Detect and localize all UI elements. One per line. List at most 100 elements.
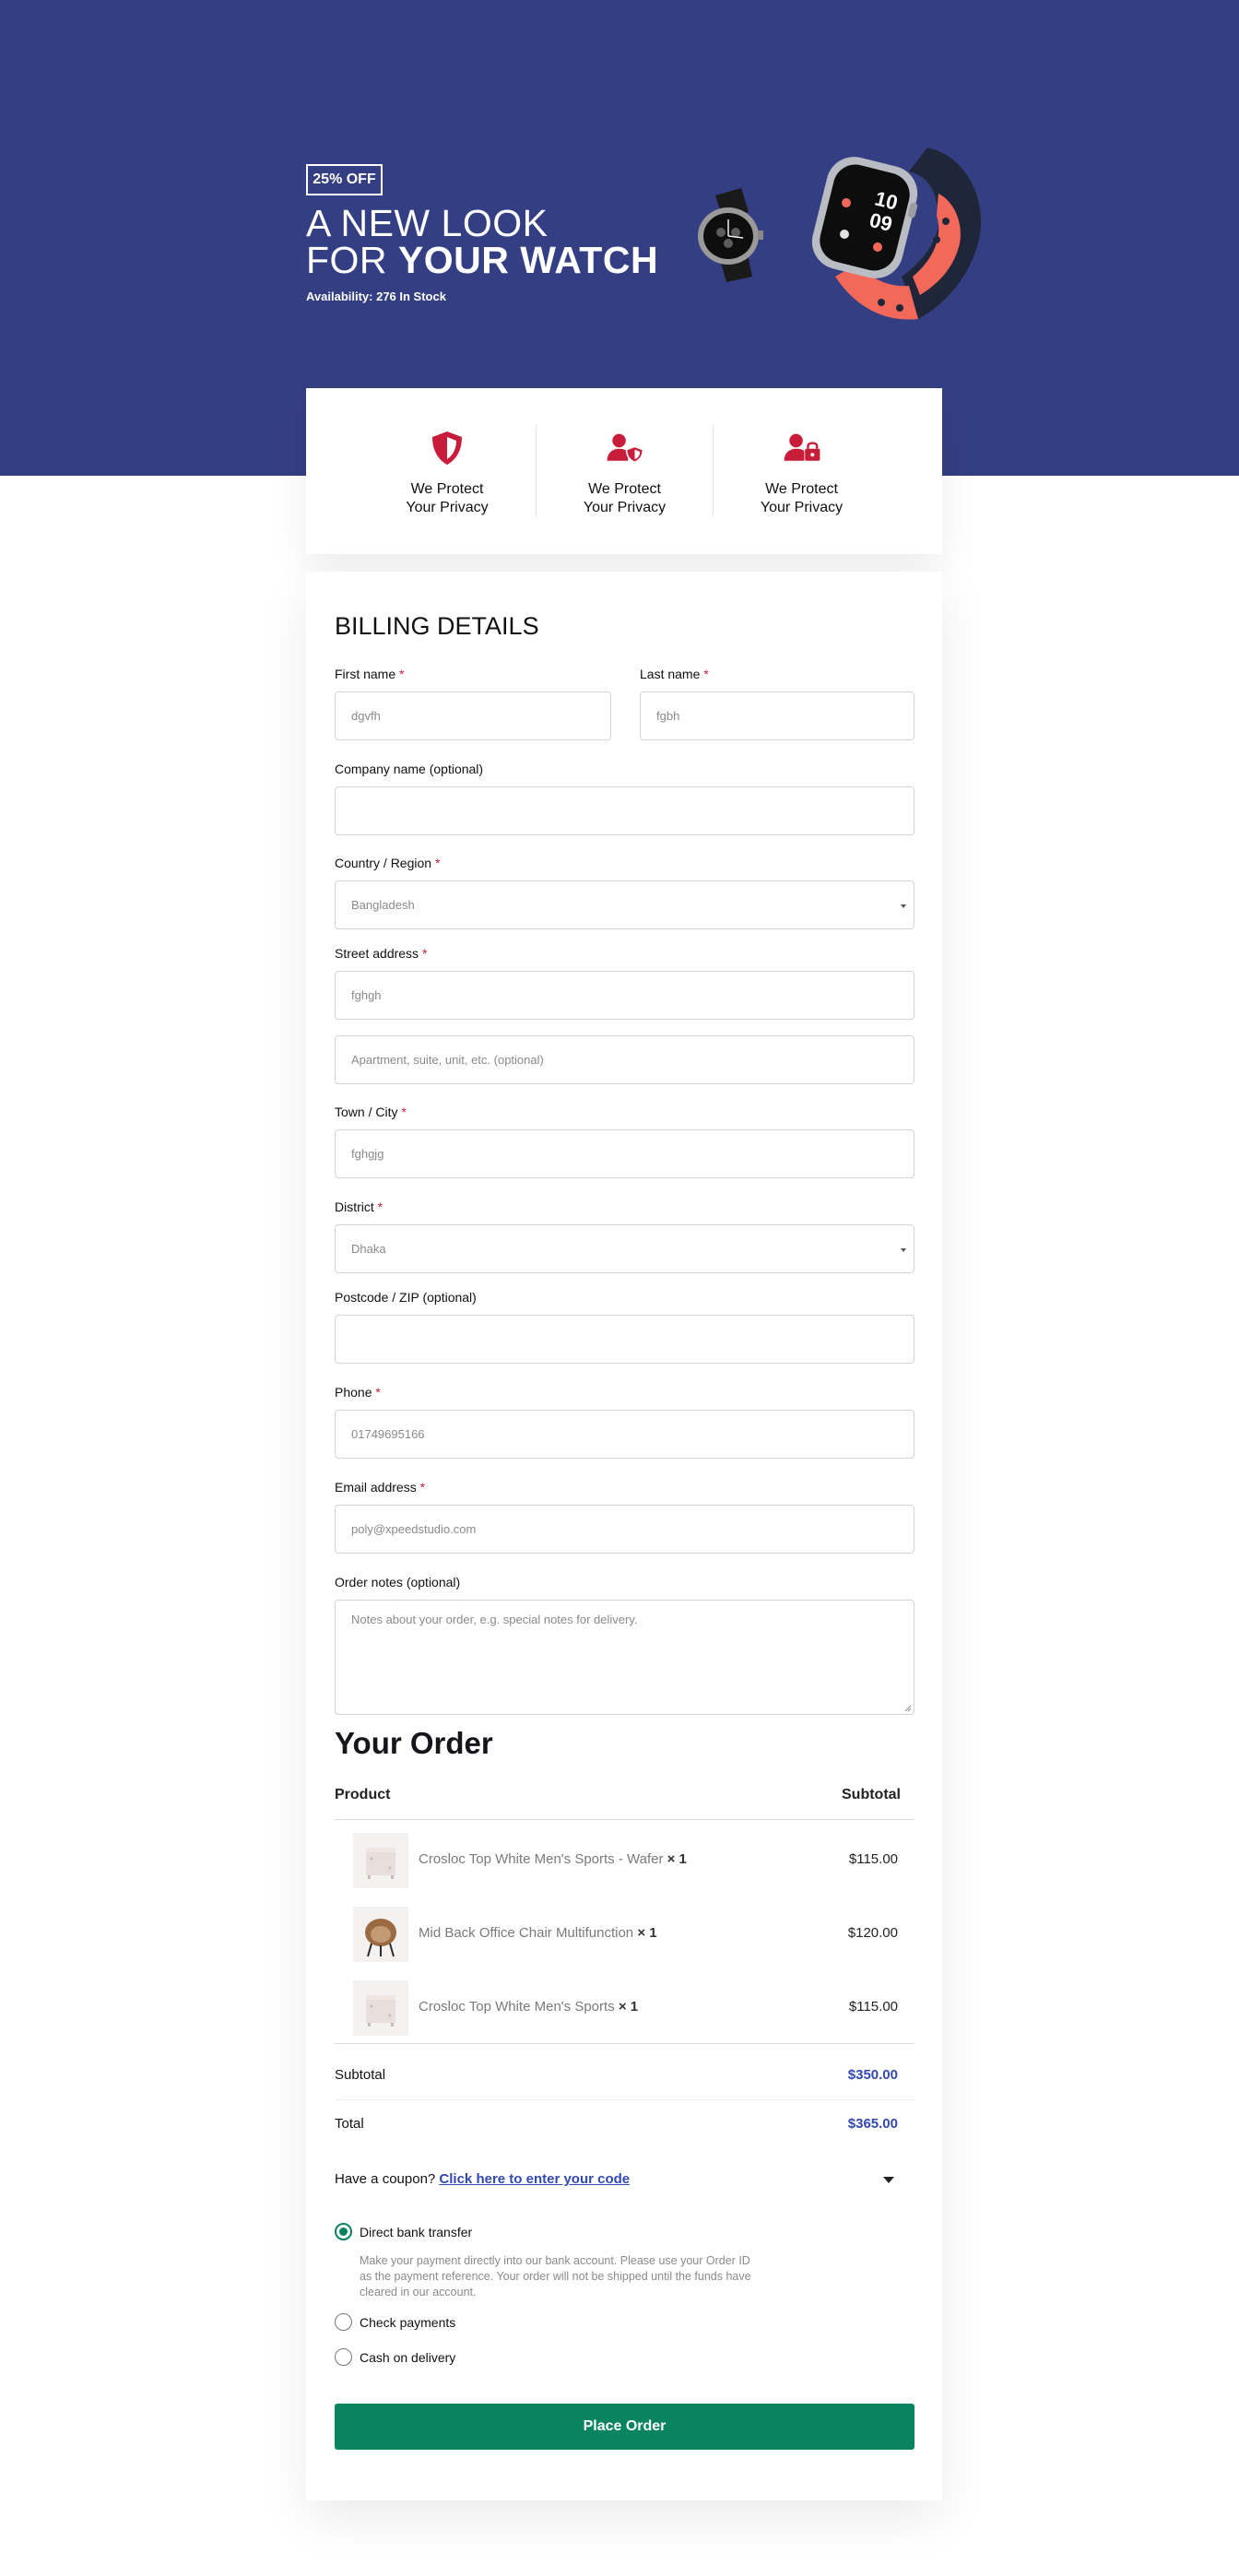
classic-watch-image — [698, 188, 763, 282]
required-mark: * — [377, 1199, 384, 1214]
town-label: Town / City * — [335, 1105, 407, 1119]
street-address-2-field[interactable]: Apartment, suite, unit, etc. (optional) — [335, 1035, 914, 1084]
radio-check-payments[interactable] — [335, 2313, 352, 2331]
email-field[interactable]: poly@xpeedstudio.com — [335, 1505, 914, 1554]
postcode-label: Postcode / ZIP (optional) — [335, 1290, 477, 1305]
postcode-field[interactable] — [335, 1315, 914, 1364]
order-notes-label: Order notes (optional) — [335, 1575, 461, 1589]
checkout-card: BILLING DETAILS First name * dgvfh Last … — [306, 572, 942, 2500]
feature-label: We Protect Your Privacy — [747, 480, 857, 517]
coupon-link[interactable]: Click here to enter your code — [439, 2171, 630, 2187]
discount-badge: 25% OFF — [306, 164, 383, 195]
item-title: Mid Back Office Chair Multifunction — [419, 1925, 634, 1941]
chevron-down-icon — [901, 904, 906, 908]
headline-light: FOR — [306, 239, 398, 281]
label-text: Town / City — [335, 1105, 398, 1119]
bank-transfer-description: Make your payment directly into our bank… — [360, 2254, 751, 2298]
district-select[interactable]: Dhaka — [335, 1224, 914, 1273]
divider — [335, 2099, 914, 2100]
divider — [335, 1819, 914, 1820]
chair-thumbnail — [353, 1907, 408, 1962]
country-label: Country / Region * — [335, 856, 440, 870]
district-label: District * — [335, 1199, 383, 1214]
divider — [335, 2043, 914, 2044]
first-name-field[interactable]: dgvfh — [335, 691, 611, 740]
phone-field[interactable]: 01749695166 — [335, 1410, 914, 1459]
required-mark: * — [419, 1480, 426, 1495]
column-product: Product — [335, 1787, 391, 1802]
feature-label-line2: Your Privacy — [583, 500, 667, 515]
company-field[interactable] — [335, 786, 914, 835]
shield-icon — [432, 431, 462, 465]
column-subtotal: Subtotal — [842, 1787, 901, 1802]
required-mark: * — [703, 667, 709, 681]
place-order-button[interactable]: Place Order — [335, 2404, 914, 2450]
label-text: First name — [335, 667, 396, 681]
cash-on-delivery-label[interactable]: Cash on delivery — [360, 2350, 455, 2365]
street-address-field[interactable]: fghgh — [335, 971, 914, 1020]
field-value: fghgh — [351, 988, 382, 1002]
item-price: $120.00 — [847, 1925, 898, 1941]
headline-line-2: FOR YOUR WATCH — [306, 239, 659, 281]
label-text: Last name — [640, 667, 701, 681]
radio-cash-on-delivery[interactable] — [335, 2348, 352, 2366]
check-payments-label[interactable]: Check payments — [360, 2315, 455, 2330]
item-qty: × 1 — [637, 1925, 657, 1941]
user-lock-icon — [784, 433, 820, 461]
required-mark: * — [421, 946, 428, 961]
chevron-down-icon — [901, 1247, 906, 1252]
order-title: Your Order — [335, 1726, 493, 1760]
field-value: fgbh — [656, 709, 680, 723]
label-text: Email address — [335, 1480, 417, 1495]
item-name: Mid Back Office Chair Multifunction × 1 — [419, 1925, 657, 1941]
subtotal-value: $350.00 — [847, 2067, 898, 2083]
headline-bold: YOUR WATCH — [397, 239, 659, 281]
label-text: District — [335, 1199, 374, 1214]
phone-label: Phone * — [335, 1385, 381, 1400]
field-value: Bangladesh — [351, 898, 415, 912]
subtotal-label: Subtotal — [335, 2067, 386, 2083]
required-mark: * — [399, 667, 405, 681]
label-text: Street address — [335, 946, 419, 961]
radio-direct-bank-transfer[interactable] — [335, 2223, 352, 2240]
field-value: 01749695166 — [351, 1427, 425, 1441]
feature-item: We Protect Your Privacy — [713, 425, 890, 517]
smart-watch-image: 10 09 — [811, 148, 982, 320]
feature-label: We Protect Your Privacy — [392, 480, 502, 517]
field-placeholder: Apartment, suite, unit, etc. (optional) — [351, 1053, 544, 1067]
user-shield-icon — [607, 433, 643, 464]
item-name: Crosloc Top White Men's Sports - Wafer ×… — [419, 1851, 687, 1867]
direct-bank-transfer-label[interactable]: Direct bank transfer — [360, 2225, 472, 2239]
field-placeholder: Notes about your order, e.g. special not… — [351, 1613, 638, 1626]
privacy-features: We Protect Your Privacy We Protect Your … — [306, 388, 942, 554]
street-label: Street address * — [335, 946, 427, 961]
email-label: Email address * — [335, 1480, 425, 1495]
cabinet-thumbnail — [353, 1980, 408, 2036]
cabinet-thumbnail — [353, 1833, 408, 1888]
last-name-field[interactable]: fgbh — [640, 691, 914, 740]
order-item-row: Mid Back Office Chair Multifunction × 1 … — [335, 1905, 914, 1964]
field-value: poly@xpeedstudio.com — [351, 1522, 477, 1536]
order-item-row: Crosloc Top White Men's Sports × 1 $115.… — [335, 1979, 914, 2038]
order-notes-textarea[interactable]: Notes about your order, e.g. special not… — [335, 1600, 914, 1715]
coupon-prompt: Have a coupon? — [335, 2171, 436, 2187]
item-title: Crosloc Top White Men's Sports - Wafer — [419, 1851, 664, 1867]
town-field[interactable]: fghgjg — [335, 1129, 914, 1178]
feature-label-line1: We Protect — [410, 481, 484, 497]
required-mark: * — [375, 1385, 381, 1400]
coupon-row: Have a coupon? Click here to enter your … — [335, 2171, 630, 2187]
item-price: $115.00 — [848, 1999, 898, 2015]
caret-down-icon[interactable] — [883, 2177, 894, 2183]
country-select[interactable]: Bangladesh — [335, 880, 914, 929]
availability-text: Availability: 276 In Stock — [306, 290, 446, 303]
feature-label-line2: Your Privacy — [406, 500, 489, 515]
feature-label: We Protect Your Privacy — [570, 480, 680, 517]
item-qty: × 1 — [618, 1999, 639, 2015]
hero-headline: A NEW LOOK FOR YOUR WATCH — [306, 205, 659, 281]
last-name-label: Last name * — [640, 667, 709, 681]
field-value: Dhaka — [351, 1242, 386, 1256]
total-label: Total — [335, 2116, 364, 2132]
label-text: Phone — [335, 1385, 372, 1400]
company-label: Company name (optional) — [335, 762, 484, 776]
resize-handle-icon[interactable] — [904, 1705, 912, 1712]
